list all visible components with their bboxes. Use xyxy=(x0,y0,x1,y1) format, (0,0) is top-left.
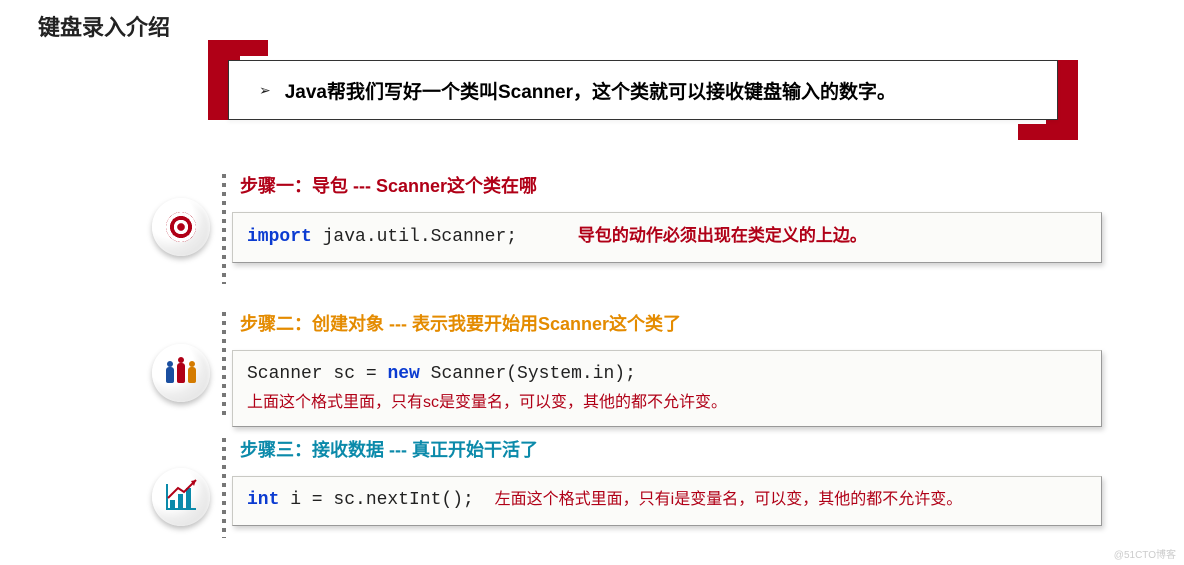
watermark: @51CTO博客 xyxy=(1114,546,1176,561)
step-1-code: import java.util.Scanner; 导包的动作必须出现在类定义的… xyxy=(232,212,1102,263)
code-text: Scanner(System.in); xyxy=(420,364,636,384)
callout-text: Java帮我们写好一个类叫Scanner，这个类就可以接收键盘输入的数字。 xyxy=(285,77,896,104)
people-icon xyxy=(152,344,210,402)
step-1-note: 导包的动作必须出现在类定义的上边。 xyxy=(578,226,867,245)
step-1-heading: 步骤一：导包 --- Scanner这个类在哪 xyxy=(240,172,1112,198)
intro-callout: ➢ Java帮我们写好一个类叫Scanner，这个类就可以接收键盘输入的数字。 xyxy=(208,40,1078,140)
keyword-import: import xyxy=(247,227,312,247)
target-icon xyxy=(152,198,210,256)
page-title: 键盘录入介绍 xyxy=(38,10,170,42)
step-3-code: int i = sc.nextInt(); 左面这个格式里面，只有i是变量名，可… xyxy=(232,476,1102,526)
code-text: java.util.Scanner; xyxy=(312,227,517,247)
callout-box: ➢ Java帮我们写好一个类叫Scanner，这个类就可以接收键盘输入的数字。 xyxy=(228,60,1058,120)
code-text: Scanner sc = xyxy=(247,364,387,384)
code-text: i = sc.nextInt(); xyxy=(279,490,473,510)
step-2-heading: 步骤二：创建对象 --- 表示我要开始用Scanner这个类了 xyxy=(240,310,1112,336)
step-2-note: 上面这个格式里面，只有sc是变量名，可以变，其他的都不允许变。 xyxy=(247,391,1087,416)
keyword-int: int xyxy=(247,490,279,510)
vertical-rule xyxy=(222,312,226,418)
step-3-heading: 步骤三：接收数据 --- 真正开始干活了 xyxy=(240,436,1112,462)
step-3-note: 左面这个格式里面，只有i是变量名，可以变，其他的都不允许变。 xyxy=(495,491,963,508)
bullet-arrow-icon: ➢ xyxy=(259,82,271,99)
vertical-rule xyxy=(222,438,226,538)
step-1: 步骤一：导包 --- Scanner这个类在哪 import java.util… xyxy=(232,172,1112,263)
chart-icon xyxy=(152,468,210,526)
vertical-rule xyxy=(222,174,226,284)
step-2: 步骤二：创建对象 --- 表示我要开始用Scanner这个类了 Scanner … xyxy=(232,310,1112,427)
keyword-new: new xyxy=(387,364,419,384)
step-2-code: Scanner sc = new Scanner(System.in); 上面这… xyxy=(232,350,1102,427)
step-3: 步骤三：接收数据 --- 真正开始干活了 int i = sc.nextInt(… xyxy=(232,436,1112,526)
